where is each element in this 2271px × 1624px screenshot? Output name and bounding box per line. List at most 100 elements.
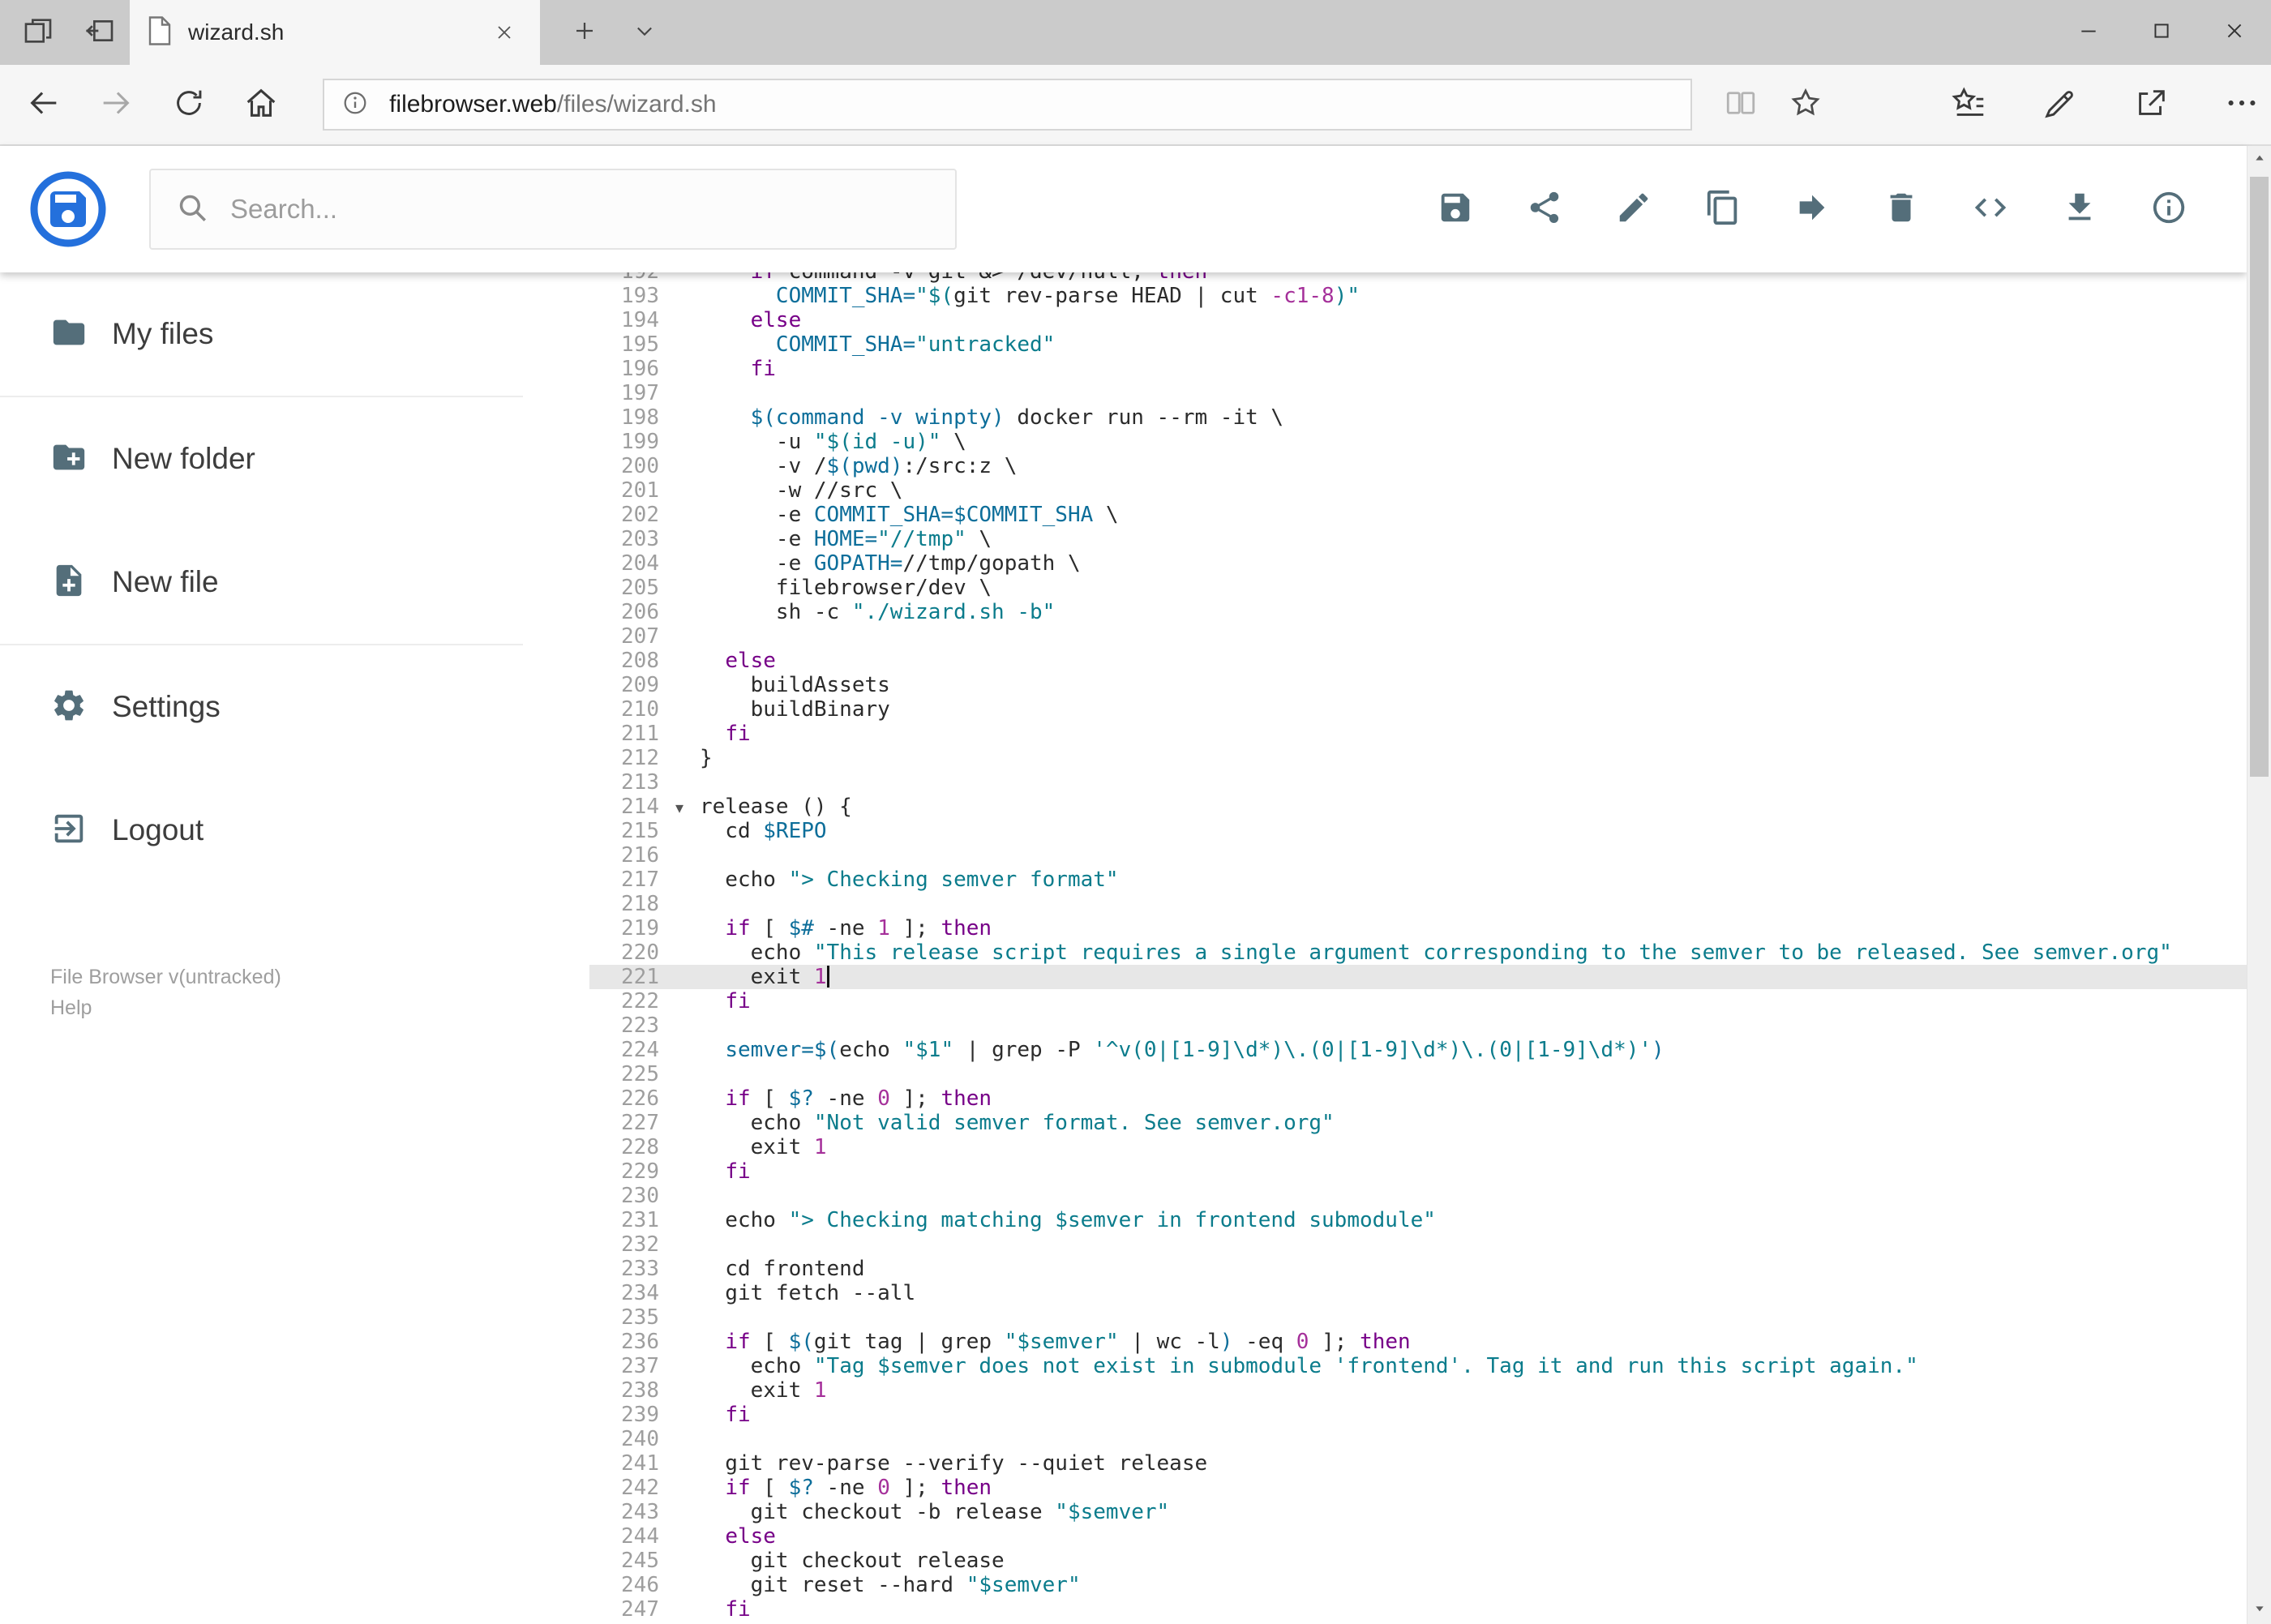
code-line[interactable]: 241 git rev-parse --verify --quiet relea…: [523, 1451, 2247, 1476]
code-line[interactable]: 226 if [ $? -ne 0 ]; then: [523, 1086, 2247, 1111]
code-line[interactable]: 245 git checkout release: [523, 1549, 2247, 1573]
scrollbar-down-button[interactable]: [2247, 1596, 2271, 1624]
code-line[interactable]: 207: [523, 624, 2247, 649]
rename-button[interactable]: [1614, 190, 1653, 229]
code-line[interactable]: 210 buildBinary: [523, 697, 2247, 722]
code-line[interactable]: 211 fi: [523, 722, 2247, 746]
code-line[interactable]: 212}: [523, 746, 2247, 770]
window-close-button[interactable]: [2198, 0, 2271, 65]
code-line[interactable]: 242 if [ $? -ne 0 ]; then: [523, 1476, 2247, 1500]
back-button[interactable]: [15, 75, 73, 134]
reading-view-button[interactable]: [1712, 75, 1770, 134]
code-line[interactable]: 218: [523, 892, 2247, 916]
code-line[interactable]: 240: [523, 1427, 2247, 1451]
site-info-icon[interactable]: [341, 88, 370, 122]
tabs-preview-button[interactable]: [71, 0, 128, 65]
code-line[interactable]: 234 git fetch --all: [523, 1281, 2247, 1305]
search-input[interactable]: [230, 194, 895, 225]
window-maximize-button[interactable]: [2125, 0, 2198, 65]
code-line[interactable]: 195 COMMIT_SHA="untracked": [523, 332, 2247, 357]
code-line[interactable]: 192 if command -v git &> /dev/null; then: [523, 272, 2247, 284]
page-scrollbar[interactable]: [2247, 146, 2271, 1624]
code-line[interactable]: 203 -e HOME="//tmp" \: [523, 527, 2247, 551]
sidebar-item-new-file[interactable]: New file: [0, 521, 523, 644]
code-line[interactable]: 229 fi: [523, 1159, 2247, 1184]
code-line[interactable]: 222 fi: [523, 989, 2247, 1013]
download-button[interactable]: [2060, 190, 2099, 229]
forward-button[interactable]: [88, 75, 146, 134]
code-line[interactable]: 208 else: [523, 649, 2247, 673]
code-line[interactable]: 200 -v /$(pwd):/src:z \: [523, 454, 2247, 478]
code-line[interactable]: 239 fi: [523, 1403, 2247, 1427]
file-info-button[interactable]: [2149, 190, 2188, 229]
save-button[interactable]: [1436, 190, 1475, 229]
code-line[interactable]: 202 -e COMMIT_SHA=$COMMIT_SHA \: [523, 503, 2247, 527]
web-note-button[interactable]: [2031, 75, 2089, 134]
code-line[interactable]: 220 echo "This release script requires a…: [523, 941, 2247, 965]
share-button[interactable]: [2122, 75, 2180, 134]
code-line[interactable]: 196 fi: [523, 357, 2247, 381]
hub-favorites-button[interactable]: [1940, 75, 1999, 134]
code-editor[interactable]: 192 if command -v git &> /dev/null; then…: [523, 272, 2247, 1624]
scrollbar-up-button[interactable]: [2247, 146, 2271, 174]
sidebar-item-settings[interactable]: Settings: [0, 645, 523, 769]
code-line[interactable]: 217 echo "> Checking semver format": [523, 868, 2247, 892]
address-bar[interactable]: filebrowser.web/files/wizard.sh: [323, 79, 1692, 131]
code-line[interactable]: 227 echo "Not valid semver format. See s…: [523, 1111, 2247, 1135]
copy-button[interactable]: [1703, 190, 1742, 229]
code-line[interactable]: 206 sh -c "./wizard.sh -b": [523, 600, 2247, 624]
tab-close-button[interactable]: [486, 15, 522, 50]
help-link[interactable]: Help: [50, 992, 281, 1023]
code-line[interactable]: 214 ▾ release () {: [523, 795, 2247, 819]
code-line[interactable]: 209 buildAssets: [523, 673, 2247, 697]
scrollbar-thumb[interactable]: [2250, 177, 2269, 777]
code-line[interactable]: 243 git checkout -b release "$semver": [523, 1500, 2247, 1524]
fold-arrow-icon[interactable]: ▾: [659, 796, 700, 821]
code-line[interactable]: 238 exit 1: [523, 1378, 2247, 1403]
code-line[interactable]: 223: [523, 1013, 2247, 1038]
code-line[interactable]: 197: [523, 381, 2247, 405]
code-line[interactable]: 219 if [ $# -ne 1 ]; then: [523, 916, 2247, 941]
code-line[interactable]: 237 echo "Tag $semver does not exist in …: [523, 1354, 2247, 1378]
window-minimize-button[interactable]: [2052, 0, 2125, 65]
home-button[interactable]: [233, 75, 291, 134]
source-code-button[interactable]: [1971, 190, 2010, 229]
code-line[interactable]: 224 semver=$(echo "$1" | grep -P '^v(0|[…: [523, 1038, 2247, 1062]
code-line[interactable]: 213: [523, 770, 2247, 795]
sidebar-item-new-folder[interactable]: New folder: [0, 397, 523, 521]
add-favorite-button[interactable]: [1776, 75, 1835, 134]
delete-button[interactable]: [1882, 190, 1921, 229]
browser-tab-wizard-sh[interactable]: wizard.sh: [130, 0, 540, 65]
code-line[interactable]: 198 $(command -v winpty) docker run --rm…: [523, 405, 2247, 430]
code-line[interactable]: 201 -w //src \: [523, 478, 2247, 503]
settings-more-button[interactable]: [2213, 75, 2271, 134]
code-line[interactable]: 246 git reset --hard "$semver": [523, 1573, 2247, 1597]
code-line[interactable]: 232: [523, 1232, 2247, 1257]
move-button[interactable]: [1793, 190, 1832, 229]
code-line[interactable]: 225: [523, 1062, 2247, 1086]
code-line[interactable]: 193 COMMIT_SHA="$(git rev-parse HEAD | c…: [523, 284, 2247, 308]
refresh-button[interactable]: [160, 75, 218, 134]
code-line[interactable]: 221 exit 1: [523, 965, 2247, 989]
code-line[interactable]: 233 cd frontend: [523, 1257, 2247, 1281]
code-line[interactable]: 194 else: [523, 308, 2247, 332]
code-line[interactable]: 228 exit 1: [523, 1135, 2247, 1159]
code-line[interactable]: 216: [523, 843, 2247, 868]
code-line[interactable]: 199 -u "$(id -u)" \: [523, 430, 2247, 454]
set-tabs-aside-button[interactable]: [10, 0, 66, 65]
code-line[interactable]: 204 -e GOPATH=//tmp/gopath \: [523, 551, 2247, 576]
code-line[interactable]: 231 echo "> Checking matching $semver in…: [523, 1208, 2247, 1232]
code-line[interactable]: 215 cd $REPO: [523, 819, 2247, 843]
code-line[interactable]: 236 if [ $(git tag | grep "$semver" | wc…: [523, 1330, 2247, 1354]
new-tab-button[interactable]: [556, 0, 613, 65]
code-line[interactable]: 244 else: [523, 1524, 2247, 1549]
sidebar-item-my-files[interactable]: My files: [0, 272, 523, 396]
code-line[interactable]: 247 fi: [523, 1597, 2247, 1622]
code-line[interactable]: 235: [523, 1305, 2247, 1330]
filebrowser-logo[interactable]: [29, 170, 107, 248]
code-line[interactable]: 230: [523, 1184, 2247, 1208]
tab-list-chevron-button[interactable]: [616, 0, 673, 65]
share-file-button[interactable]: [1525, 190, 1564, 229]
code-line[interactable]: 205 filebrowser/dev \: [523, 576, 2247, 600]
sidebar-item-logout[interactable]: Logout: [0, 769, 523, 892]
